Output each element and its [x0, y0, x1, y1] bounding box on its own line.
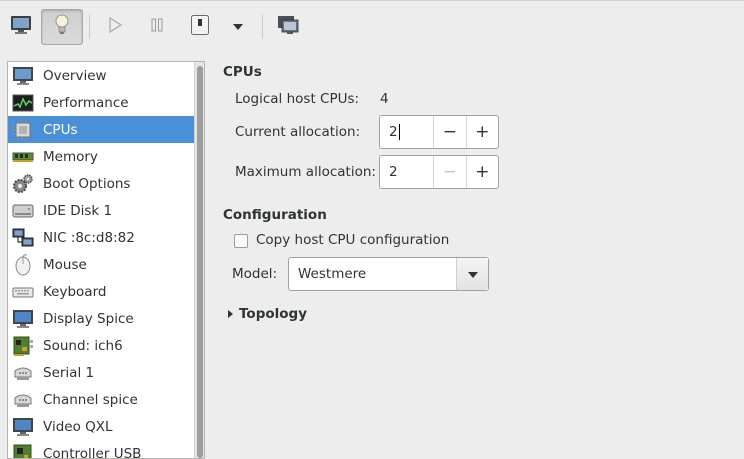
- fullscreen-button[interactable]: [271, 9, 305, 45]
- current-allocation-spinner: 2 − +: [379, 115, 499, 149]
- model-combobox-value[interactable]: Westmere: [289, 266, 456, 282]
- model-combobox[interactable]: Westmere: [288, 257, 489, 291]
- sidebar-item-label: Display Spice: [43, 310, 134, 327]
- serial-port-icon: [11, 362, 35, 384]
- maximum-allocation-spinner: 2 − +: [379, 155, 499, 189]
- video-icon: [11, 416, 35, 438]
- logical-cpus-value: 4: [380, 91, 389, 107]
- display-icon: [11, 308, 35, 330]
- network-icon: [11, 227, 35, 249]
- model-dropdown-button[interactable]: [456, 258, 488, 290]
- current-allocation-input[interactable]: 2: [380, 116, 433, 148]
- hard-disk-icon: [11, 200, 35, 222]
- monitor-icon: [10, 15, 32, 39]
- shutdown-menu-button[interactable]: [226, 9, 250, 45]
- sidebar-item-cpus[interactable]: CPUs: [8, 116, 195, 143]
- mouse-icon: [11, 253, 35, 276]
- maximum-allocation-decrement-button[interactable]: −: [433, 156, 465, 188]
- toolbar: [0, 0, 744, 52]
- scrollbar-thumb[interactable]: [197, 66, 203, 458]
- sidebar-item-label: Channel spice: [43, 391, 138, 408]
- memory-module-icon: [11, 146, 35, 168]
- configuration-section-title: Configuration: [223, 207, 327, 223]
- copy-host-cpu-checkbox[interactable]: [234, 234, 248, 248]
- sidebar-item-label: Mouse: [43, 256, 87, 273]
- sidebar-item-label: Performance: [43, 94, 129, 111]
- sidebar-item-label: NIC :8c:d8:82: [43, 229, 135, 246]
- sidebar-item-label: Sound: ich6: [43, 337, 123, 354]
- sidebar-item-label: IDE Disk 1: [43, 202, 113, 219]
- sidebar-item-ide-disk-1[interactable]: IDE Disk 1: [8, 197, 195, 224]
- model-label: Model:: [232, 266, 278, 282]
- details-button[interactable]: [41, 9, 83, 45]
- sidebar-item-video-qxl[interactable]: Video QXL: [8, 413, 195, 440]
- play-icon: [107, 16, 123, 37]
- current-allocation-increment-button[interactable]: +: [465, 116, 498, 148]
- sidebar-scrollbar[interactable]: [194, 62, 204, 458]
- logical-cpus-label: Logical host CPUs:: [235, 91, 360, 107]
- sidebar-item-performance[interactable]: Performance: [8, 89, 195, 116]
- sidebar-item-label: Controller USB: [43, 445, 142, 459]
- controller-card-icon: [11, 443, 35, 458]
- current-allocation-value: 2: [389, 124, 398, 140]
- chevron-down-icon: [467, 267, 478, 282]
- sound-card-icon: [11, 335, 35, 357]
- maximum-allocation-increment-button[interactable]: +: [465, 156, 498, 188]
- expander-arrow-icon: [228, 310, 233, 318]
- pause-button[interactable]: [140, 9, 174, 45]
- sidebar-item-serial-1[interactable]: Serial 1: [8, 359, 195, 386]
- performance-graph-icon: [11, 92, 35, 114]
- current-allocation-decrement-button[interactable]: −: [433, 116, 465, 148]
- cpu-chip-icon: [11, 119, 35, 141]
- sidebar-item-mouse[interactable]: Mouse: [8, 251, 195, 278]
- pause-icon: [149, 17, 165, 37]
- sidebar-item-label: Memory: [43, 148, 98, 165]
- maximum-allocation-input[interactable]: 2: [380, 156, 433, 188]
- sidebar-item-nic-8c-d8-82[interactable]: NIC :8c:d8:82: [8, 224, 195, 251]
- toolbar-separator: [89, 15, 90, 39]
- topology-expander[interactable]: Topology: [228, 306, 307, 322]
- sidebar-item-label: Keyboard: [43, 283, 107, 300]
- topology-label: Topology: [239, 306, 307, 322]
- sidebar-item-boot-options[interactable]: Boot Options: [8, 170, 195, 197]
- current-allocation-label: Current allocation:: [235, 124, 361, 140]
- sidebar-item-label: Overview: [43, 67, 107, 84]
- copy-host-cpu-label[interactable]: Copy host CPU configuration: [256, 232, 449, 248]
- screens-icon: [277, 15, 299, 39]
- lightbulb-icon: [54, 14, 70, 40]
- sidebar-item-label: Boot Options: [43, 175, 131, 192]
- maximum-allocation-value: 2: [389, 164, 398, 180]
- sidebar-item-sound-ich6[interactable]: Sound: ich6: [8, 332, 195, 359]
- sidebar-item-label: Video QXL: [43, 418, 113, 435]
- sidebar-item-keyboard[interactable]: Keyboard: [8, 278, 195, 305]
- hardware-list: Overview Performance CPUs Memory Boot Option…: [8, 62, 195, 459]
- sidebar-item-label: Serial 1: [43, 364, 95, 381]
- monitor-icon: [11, 65, 35, 87]
- maximum-allocation-label: Maximum allocation:: [235, 164, 376, 180]
- sidebar-item-controller-usb[interactable]: Controller USB: [8, 440, 195, 459]
- gears-icon: [11, 173, 35, 195]
- sidebar-item-label: CPUs: [43, 121, 78, 138]
- sidebar-item-channel-spice[interactable]: Channel spice: [8, 386, 195, 413]
- text-caret: [398, 124, 400, 140]
- console-button[interactable]: [4, 9, 38, 45]
- sidebar-item-overview[interactable]: Overview: [8, 62, 195, 89]
- cpus-section-title: CPUs: [223, 64, 262, 80]
- chevron-down-icon: [232, 20, 244, 35]
- toolbar-separator: [262, 15, 263, 39]
- hardware-list-panel: Overview Performance CPUs Memory Boot Option…: [7, 61, 205, 459]
- sidebar-item-memory[interactable]: Memory: [8, 143, 195, 170]
- run-button[interactable]: [98, 9, 132, 45]
- shutdown-button[interactable]: [183, 9, 217, 45]
- sidebar-item-display-spice[interactable]: Display Spice: [8, 305, 195, 332]
- power-icon: [190, 14, 210, 40]
- keyboard-icon: [11, 281, 35, 303]
- channel-icon: [11, 389, 35, 411]
